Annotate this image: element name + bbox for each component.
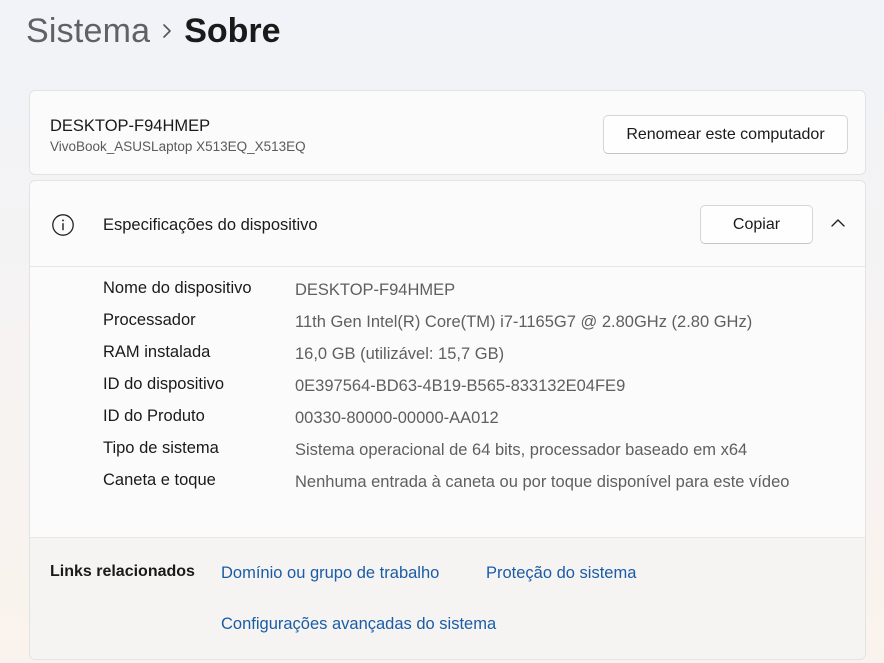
spec-label: Nome do dispositivo xyxy=(103,279,252,297)
spec-label: ID do dispositivo xyxy=(103,375,225,393)
breadcrumb-parent[interactable]: Sistema xyxy=(26,12,150,51)
link-system-protection[interactable]: Proteção do sistema xyxy=(486,564,636,583)
specs-header[interactable]: Especificações do dispositivo Copiar xyxy=(30,181,865,267)
chevron-up-icon[interactable] xyxy=(828,213,848,233)
spec-label: ID do Produto xyxy=(103,407,205,425)
device-specs-card: Especificações do dispositivo Copiar Nom… xyxy=(29,180,866,660)
spec-label: RAM instalada xyxy=(103,343,211,361)
related-links-section: Links relacionados Domínio ou grupo de t… xyxy=(30,537,865,659)
link-domain-workgroup[interactable]: Domínio ou grupo de trabalho xyxy=(221,564,439,583)
spec-label: Processador xyxy=(103,311,196,329)
spec-value: 00330-80000-00000-AA012 xyxy=(295,409,499,427)
spec-value: DESKTOP-F94HMEP xyxy=(295,281,456,299)
related-links-title: Links relacionados xyxy=(50,563,195,580)
spec-label: Caneta e toque xyxy=(103,471,216,489)
spec-value: Nenhuma entrada à caneta ou por toque di… xyxy=(295,473,790,491)
link-advanced-system-settings[interactable]: Configurações avançadas do sistema xyxy=(221,615,496,634)
chevron-right-icon xyxy=(150,23,184,39)
rename-computer-button[interactable]: Renomear este computador xyxy=(603,115,848,154)
specs-title: Especificações do dispositivo xyxy=(103,216,318,234)
spec-value: 16,0 GB (utilizável: 15,7 GB) xyxy=(295,345,505,363)
page-title: Sobre xyxy=(184,11,281,50)
device-name: DESKTOP-F94HMEP xyxy=(50,117,211,135)
spec-value: 0E397564-BD63-4B19-B565-833132E04FE9 xyxy=(295,377,626,395)
breadcrumb: Sistema Sobre xyxy=(26,10,281,52)
spec-label: Tipo de sistema xyxy=(103,439,219,457)
spec-value: Sistema operacional de 64 bits, processa… xyxy=(295,441,748,459)
info-icon xyxy=(51,213,75,237)
copy-button[interactable]: Copiar xyxy=(700,205,813,244)
device-model: VivoBook_ASUSLaptop X513EQ_X513EQ xyxy=(50,139,306,154)
device-name-card: DESKTOP-F94HMEP VivoBook_ASUSLaptop X513… xyxy=(29,90,866,175)
spec-value: 11th Gen Intel(R) Core(TM) i7-1165G7 @ 2… xyxy=(295,313,753,331)
